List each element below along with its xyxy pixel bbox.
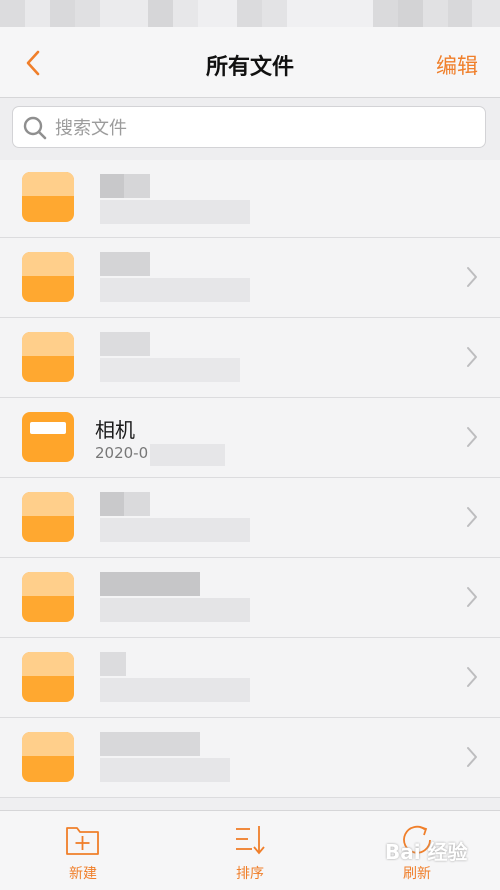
chevron-right-icon[interactable]	[466, 266, 478, 288]
chevron-right-icon[interactable]	[466, 586, 478, 608]
file-row[interactable]	[0, 160, 500, 238]
folder-icon	[22, 492, 74, 542]
chevron-right-icon[interactable]	[466, 346, 478, 368]
back-chevron-icon	[26, 50, 40, 76]
sort-button[interactable]: 排序	[205, 823, 295, 885]
file-row[interactable]	[0, 718, 500, 798]
file-list: 相机 2020-0	[0, 160, 500, 798]
new-folder-icon	[66, 827, 99, 855]
file-date: 2020-0	[95, 444, 149, 462]
chevron-right-icon[interactable]	[466, 506, 478, 528]
folder-icon	[22, 172, 74, 222]
page-title: 所有文件	[205, 55, 294, 80]
navigation-bar: 所有文件 编辑	[0, 27, 500, 98]
new-label: 新建	[69, 866, 97, 882]
refresh-label: 刷新	[403, 866, 431, 882]
chevron-right-icon[interactable]	[466, 746, 478, 768]
search-icon	[23, 116, 47, 140]
edit-button[interactable]: 编辑	[436, 50, 478, 80]
file-row-camera[interactable]: 相机 2020-0	[0, 398, 500, 478]
folder-icon	[22, 332, 74, 382]
search-box[interactable]	[12, 106, 486, 148]
status-bar	[0, 0, 500, 27]
file-row[interactable]	[0, 558, 500, 638]
new-button[interactable]: 新建	[38, 823, 128, 885]
watermark: Bai 经验	[385, 840, 468, 864]
sort-icon	[236, 826, 265, 855]
folder-icon	[22, 652, 74, 702]
file-row[interactable]	[0, 638, 500, 718]
chevron-right-icon[interactable]	[466, 426, 478, 448]
folder-icon	[22, 572, 74, 622]
file-name: 相机	[95, 418, 135, 442]
search-bar	[0, 98, 500, 160]
file-row[interactable]	[0, 318, 500, 398]
chevron-right-icon[interactable]	[466, 666, 478, 688]
sort-label: 排序	[236, 866, 264, 882]
folder-icon	[22, 732, 74, 782]
file-row[interactable]	[0, 478, 500, 558]
folder-icon	[22, 412, 74, 462]
back-button[interactable]	[22, 49, 48, 77]
file-row[interactable]	[0, 238, 500, 318]
folder-icon	[22, 252, 74, 302]
search-input[interactable]	[53, 111, 477, 145]
